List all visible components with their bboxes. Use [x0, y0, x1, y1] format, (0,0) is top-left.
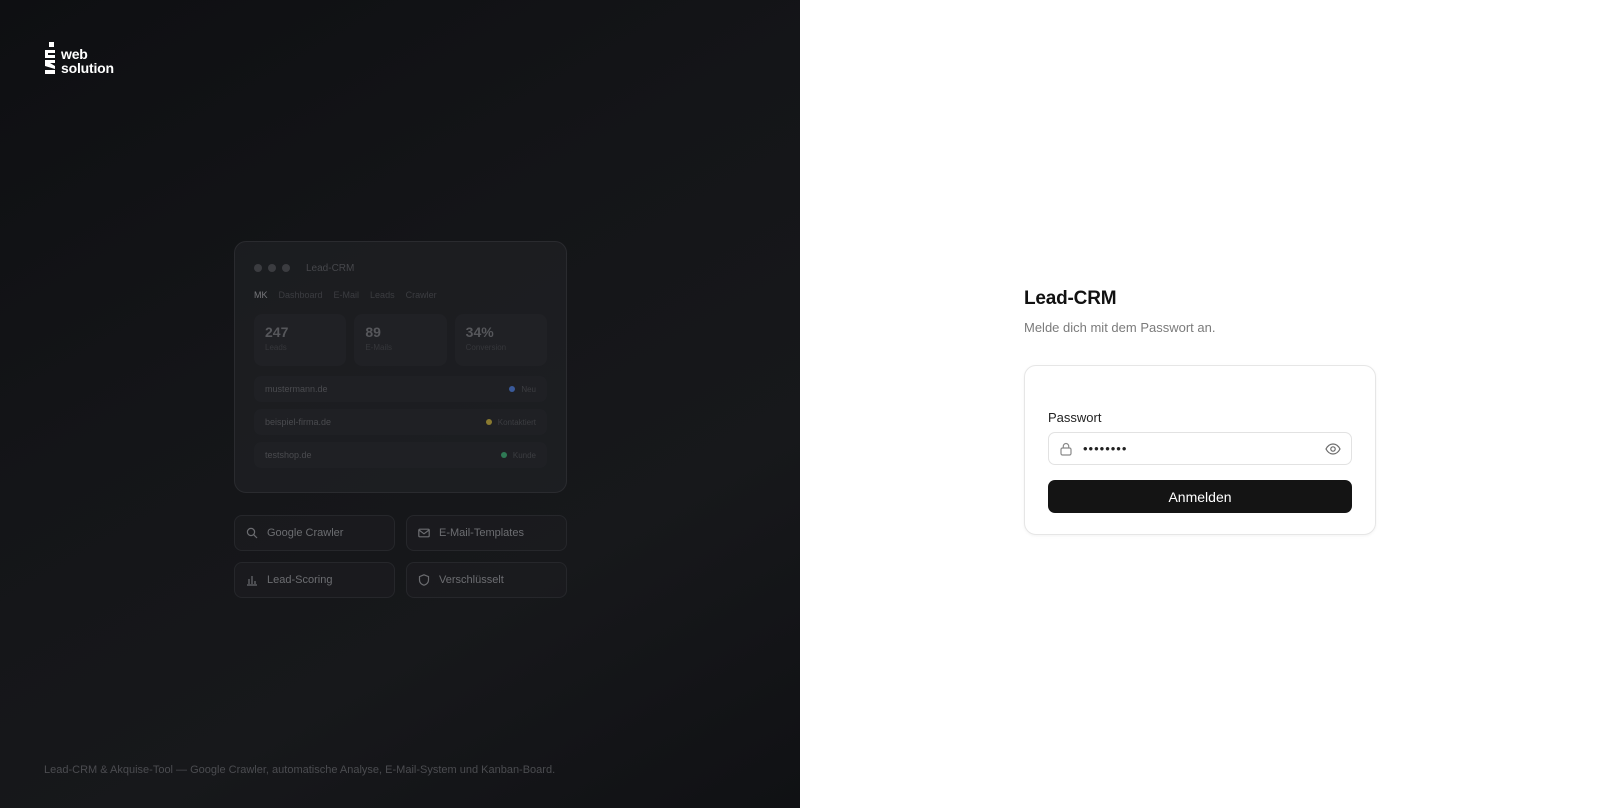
login-form: Passwort Anmelden — [1024, 365, 1376, 535]
bar-chart-icon — [247, 576, 257, 586]
lead-domain: mustermann.de — [265, 384, 328, 394]
list-item: mustermann.de Neu — [254, 376, 547, 402]
status-label: Neu — [521, 384, 536, 394]
login-button[interactable]: Anmelden — [1048, 480, 1352, 513]
feature-lead-scoring: Lead-Scoring — [234, 562, 395, 598]
right-panel: Lead-CRM Melde dich mit dem Passwort an.… — [800, 0, 1600, 808]
page-title: Lead-CRM — [1024, 288, 1117, 309]
list-item: beispiel-firma.de Kontaktiert — [254, 409, 547, 435]
app-preview-card: Lead-CRM MK Dashboard E-Mail Leads Crawl… — [234, 241, 567, 493]
window-dot-icon — [254, 264, 262, 272]
status-dot-icon — [485, 419, 492, 425]
feature-label: Verschlüsselt — [439, 574, 504, 586]
brand-line-1: web — [61, 46, 88, 62]
preview-nav-item: Dashboard — [278, 290, 323, 300]
window-dot-icon — [268, 264, 276, 272]
preview-nav-item: Leads — [370, 290, 395, 300]
stat-value: 89 — [365, 324, 381, 340]
eye-icon[interactable] — [1325, 442, 1341, 455]
feature-google-crawler: Google Crawler — [234, 515, 395, 551]
brand-line-2: solution — [61, 60, 114, 76]
password-input[interactable] — [1083, 441, 1325, 456]
lead-domain: testshop.de — [265, 450, 312, 460]
status-badge: Neu — [509, 385, 536, 394]
stat-label: E-Mails — [365, 343, 392, 352]
feature-label: E-Mail-Templates — [439, 527, 524, 539]
feature-encrypted: Verschlüsselt — [406, 562, 567, 598]
lead-domain: beispiel-firma.de — [265, 417, 332, 427]
brand-mark-icon — [45, 42, 57, 74]
preview-lead-list: mustermann.de Neu beispiel-firma.de Kont… — [254, 376, 547, 468]
mail-icon — [418, 528, 430, 538]
shield-icon — [418, 574, 430, 586]
status-badge: Kontaktiert — [485, 417, 536, 427]
stat-label: Leads — [265, 343, 287, 352]
search-icon — [246, 527, 258, 539]
page-subtitle: Melde dich mit dem Passwort an. — [1024, 320, 1216, 335]
list-item: testshop.de Kunde — [254, 442, 547, 468]
feature-email-templates: E-Mail-Templates — [406, 515, 567, 551]
login-section: Lead-CRM Melde dich mit dem Passwort an.… — [1024, 288, 1376, 535]
feature-label: Google Crawler — [267, 527, 344, 539]
preview-nav-item: E-Mail — [333, 290, 360, 300]
left-panel: web solution Lead-CRM MK Dashboard E-Mai… — [0, 0, 800, 808]
preview-title: Lead-CRM — [306, 262, 355, 274]
preview-nav-item: Crawler — [405, 290, 437, 300]
feature-label: Lead-Scoring — [267, 574, 333, 586]
stat-card: 247 Leads — [254, 314, 347, 366]
stat-value: 247 — [265, 324, 289, 340]
status-label: Kunde — [512, 450, 536, 460]
preview-stats: 247 Leads 89 E-Mails 34% Conversion — [254, 314, 547, 366]
status-dot-icon — [500, 452, 507, 458]
brand-name: web solution — [61, 47, 114, 75]
status-badge: Kunde — [500, 450, 536, 460]
stat-card: 34% Conversion — [454, 314, 547, 366]
window-dot-icon — [282, 264, 290, 272]
preview-nav: MK Dashboard E-Mail Leads Crawler — [254, 290, 547, 300]
brand-logo: web solution — [45, 42, 114, 75]
password-label: Passwort — [1048, 410, 1102, 425]
stat-card: 89 E-Mails — [354, 314, 447, 366]
footer-tagline: Lead-CRM & Akquise-Tool — Google Crawler… — [44, 764, 556, 776]
stat-label: Conversion — [465, 343, 507, 352]
preview-nav-item: MK — [254, 290, 268, 300]
lock-icon — [1060, 442, 1072, 456]
preview-titlebar: Lead-CRM — [254, 260, 547, 276]
feature-list: Google Crawler E-Mail-Templates Lead-Sco… — [234, 515, 567, 598]
status-dot-icon — [509, 386, 516, 392]
stat-value: 34% — [465, 324, 494, 340]
status-label: Kontaktiert — [497, 417, 536, 427]
password-field[interactable] — [1048, 432, 1352, 465]
